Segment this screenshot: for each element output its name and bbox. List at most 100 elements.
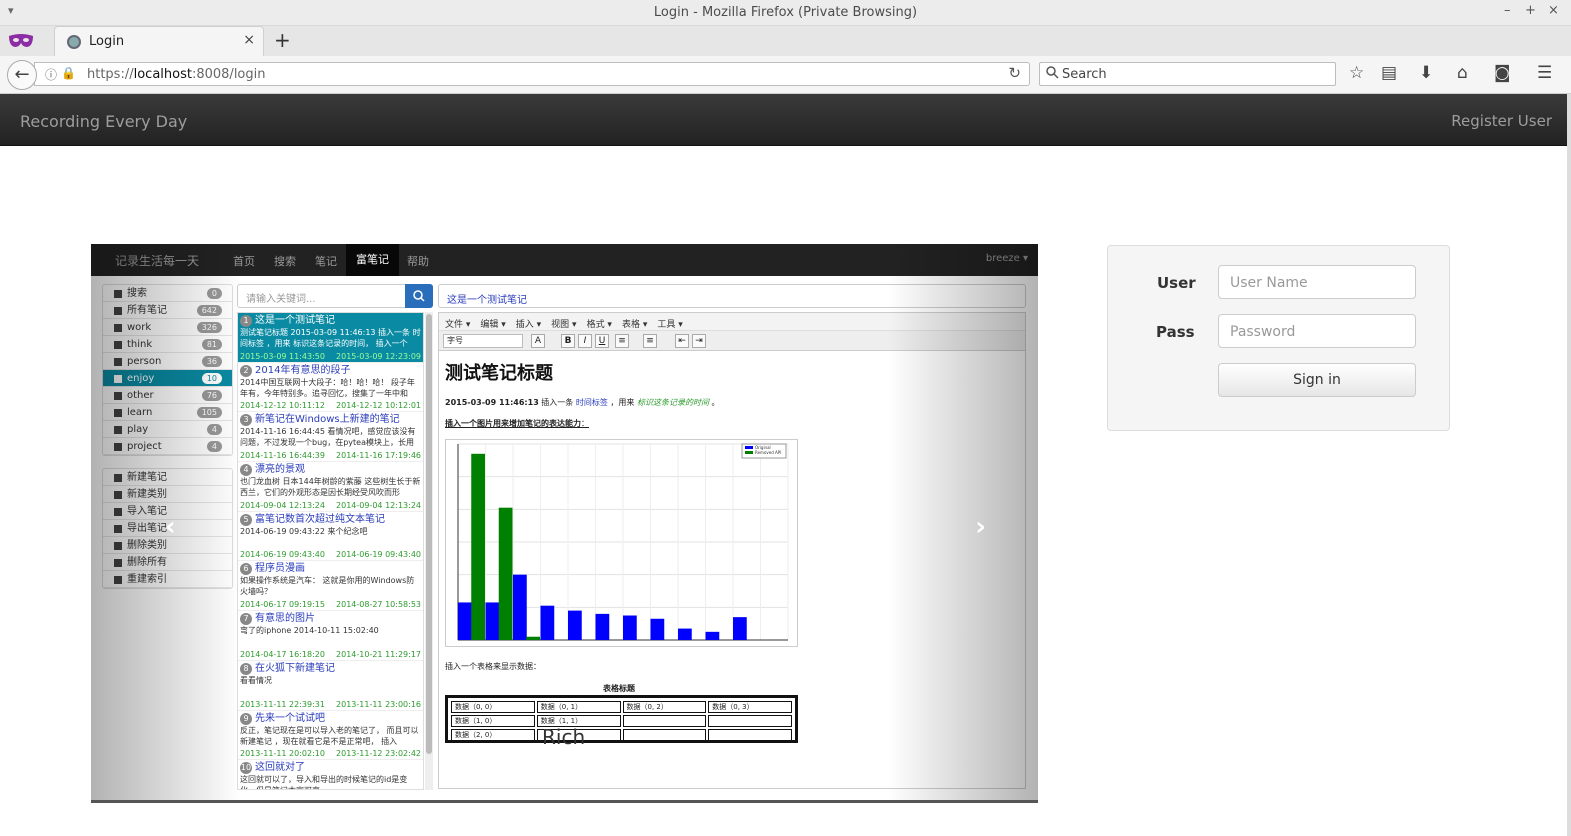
carousel-next-icon[interactable]: › — [975, 512, 986, 542]
note-title: 3 新笔记在Windows上新建的笔记 — [240, 414, 421, 427]
inner-search-placeholder: 请输入关键词... — [246, 294, 316, 305]
chart-bar-original — [650, 618, 665, 640]
editor-content: 测试笔记标题 2015-03-09 11:46:13 插入一条 时间标签 ，用来… — [445, 359, 1015, 749]
note-list-item: 5 富笔记数首次超过纯文本笔记 2014-06-19 09:43:22 来个纪念吧 2… — [238, 512, 423, 562]
note-updated: 2014-06-19 09:43:40 — [336, 550, 421, 560]
note-title: 8 在火狐下新建笔记 — [240, 662, 421, 675]
notebook-icon — [114, 392, 122, 400]
category-count-badge: 4 — [206, 424, 222, 435]
editor-menu-item: 工具 ▾ — [657, 320, 683, 330]
close-window-button[interactable]: × — [1548, 3, 1559, 18]
note-title: 4 漂亮的景观 — [240, 464, 421, 477]
bookmark-star-icon[interactable]: ☆ — [1349, 63, 1364, 83]
table-cell: 数据（0, 1） — [536, 701, 621, 713]
legend-label: Removed API — [755, 450, 781, 455]
note-list: 1 这是一个测试笔记 测试笔记标题 2015-03-09 11:46:13 插入一条… — [237, 312, 424, 790]
category-item: person 36 — [103, 353, 232, 370]
embedded-bar-chart: Original Removed API — [445, 439, 798, 647]
note-created: 2014-11-16 16:44:39 — [240, 451, 325, 461]
note-title: 2 2014年有意思的段子 — [240, 364, 421, 377]
inner-search-box: 请输入关键词... — [237, 284, 433, 308]
chart-bar-original — [733, 617, 747, 640]
note-number: 9 — [240, 712, 252, 725]
note-number: 10 — [240, 762, 252, 775]
category-label: enjoy — [127, 373, 155, 384]
note-updated: 2014-09-04 12:13:24 — [336, 500, 421, 510]
window-title: Login - Mozilla Firefox (Private Browsin… — [653, 5, 918, 20]
note-updated: 2014-08-27 10:58:53 — [336, 600, 421, 610]
note-paragraph-2: 插入一个图片用来增加笔记的表达能力： — [445, 419, 589, 428]
category-count-badge: 36 — [201, 356, 222, 367]
note-list-item: 4 漂亮的景观 也门龙血树 日本144年树龄的紫藤 这些树生长于新西兰，它们的外观形… — [238, 462, 423, 512]
insecure-lock-icon[interactable]: 🔒 — [61, 66, 76, 80]
note-number: 7 — [240, 613, 252, 626]
note-number: 2 — [240, 364, 252, 377]
action-icon — [114, 525, 122, 533]
carousel-prev-icon[interactable]: ‹ — [165, 512, 176, 542]
login-panel: User User Name Pass Password Sign in — [1107, 245, 1450, 431]
search-placeholder: Search — [1062, 67, 1107, 82]
sign-in-button[interactable]: Sign in — [1218, 363, 1416, 397]
action-icon — [114, 508, 122, 516]
editor-menu-item: 表格 ▾ — [621, 320, 648, 330]
category-label: project — [127, 441, 162, 452]
category-count-badge: 81 — [201, 339, 222, 350]
downloads-icon[interactable]: ⬇ — [1419, 63, 1433, 83]
editor-menubar: 文件 ▾ 编辑 ▾ 插入 ▾ 视图 ▾ 格式 ▾ 表格 ▾ 工具 ▾ — [439, 313, 1025, 331]
screenshot-carousel: 记录生活每一天 首页 搜索 笔记 富笔记 帮助 breeze ▾ 搜索 0 所有笔记… — [91, 244, 1038, 803]
note-paragraph-3: 插入一个表格来显示数据： — [445, 662, 541, 671]
note-snippet: 这回就可以了，导入和导出的时候笔记的id是变化，但是笔记本家可直 — [240, 775, 408, 789]
back-button[interactable]: ← — [7, 60, 37, 90]
close-tab-icon[interactable]: × — [243, 32, 255, 48]
tab-login[interactable]: Login × — [54, 26, 264, 56]
username-input[interactable]: User Name — [1218, 265, 1416, 299]
note-snippet: 测试笔记标题 2015-03-09 11:46:13 插入一条 时间标签 ，用来… — [240, 328, 421, 348]
carousel-caption: Rich — [542, 725, 586, 749]
notebook-icon — [114, 409, 122, 417]
minimize-button[interactable]: – — [1504, 3, 1511, 18]
note-updated: 2013-11-11 23:00:16 — [336, 699, 421, 709]
note-list-item: 7 有意思的图片 弯了的iphone 2014-10-11 15:02:40 2014… — [238, 611, 423, 661]
user-label: User — [1157, 274, 1196, 292]
chart-bar-original — [705, 631, 720, 640]
category-label: person — [127, 356, 162, 367]
info-icon[interactable]: ⓘ — [45, 66, 57, 83]
reading-list-icon[interactable]: ▤ — [1381, 63, 1397, 83]
italic-icon: I — [578, 334, 592, 348]
action-item: 删除所有 — [103, 554, 232, 571]
note-title-text: 先来一个试试吧 — [255, 712, 325, 724]
table-cell — [622, 715, 707, 727]
note-snippet: 反正，笔记现在是可以导入老的笔记了， 而且可以新建笔记 ，现在就看它是不是正常吧… — [240, 725, 419, 746]
reload-icon[interactable]: ↻ — [1008, 64, 1021, 82]
new-tab-button[interactable]: + — [274, 28, 291, 52]
note-title-text: 新笔记在Windows上新建的笔记 — [255, 414, 400, 426]
register-user-link[interactable]: Register User — [1451, 112, 1552, 130]
note-title-text: 有意思的图片 — [255, 613, 315, 625]
category-label: 搜索 — [127, 288, 147, 299]
chart-bar-original — [623, 615, 637, 640]
action-label: 重建索引 — [127, 574, 167, 585]
pocket-icon[interactable]: ◙ — [1494, 63, 1511, 83]
app-brand[interactable]: Recording Every Day — [20, 112, 187, 131]
inner-nav-help: 帮助 — [407, 255, 429, 268]
inner-nav-search: 搜索 — [274, 255, 296, 268]
search-icon — [1046, 66, 1059, 79]
maximize-button[interactable]: + — [1525, 3, 1536, 18]
note-created: 2013-11-11 22:39:31 — [240, 699, 325, 709]
note-list-item: 2 2014年有意思的段子 2014中国互联网十大段子：哈！哈！哈！ 段子年年有，今… — [238, 363, 423, 413]
navigation-toolbar: ⓘ 🔒 https://localhost:8008/login ↻ ← Sea… — [0, 56, 1571, 94]
url-bar[interactable]: ⓘ 🔒 https://localhost:8008/login ↻ — [34, 62, 1030, 86]
editor-menu-item: 视图 ▾ — [551, 320, 577, 330]
action-icon — [114, 474, 122, 482]
action-icon — [114, 576, 122, 584]
search-input[interactable]: Search — [1039, 62, 1336, 86]
hamburger-menu-icon[interactable]: ☰ — [1537, 63, 1552, 83]
bar-chart-svg: OriginalRemoved API — [457, 443, 789, 641]
chart-bar-original — [568, 610, 582, 640]
home-icon[interactable]: ⌂ — [1457, 63, 1468, 83]
password-input[interactable]: Password — [1218, 314, 1416, 348]
category-count-badge: 76 — [201, 390, 222, 401]
chart-bar-removed-api — [526, 636, 540, 640]
note-title-text: 这是一个测试笔记 — [255, 315, 335, 326]
table-row: 数据（0, 0） 数据（0, 1） 数据（0, 2） 数据（0, 3） — [451, 701, 792, 713]
